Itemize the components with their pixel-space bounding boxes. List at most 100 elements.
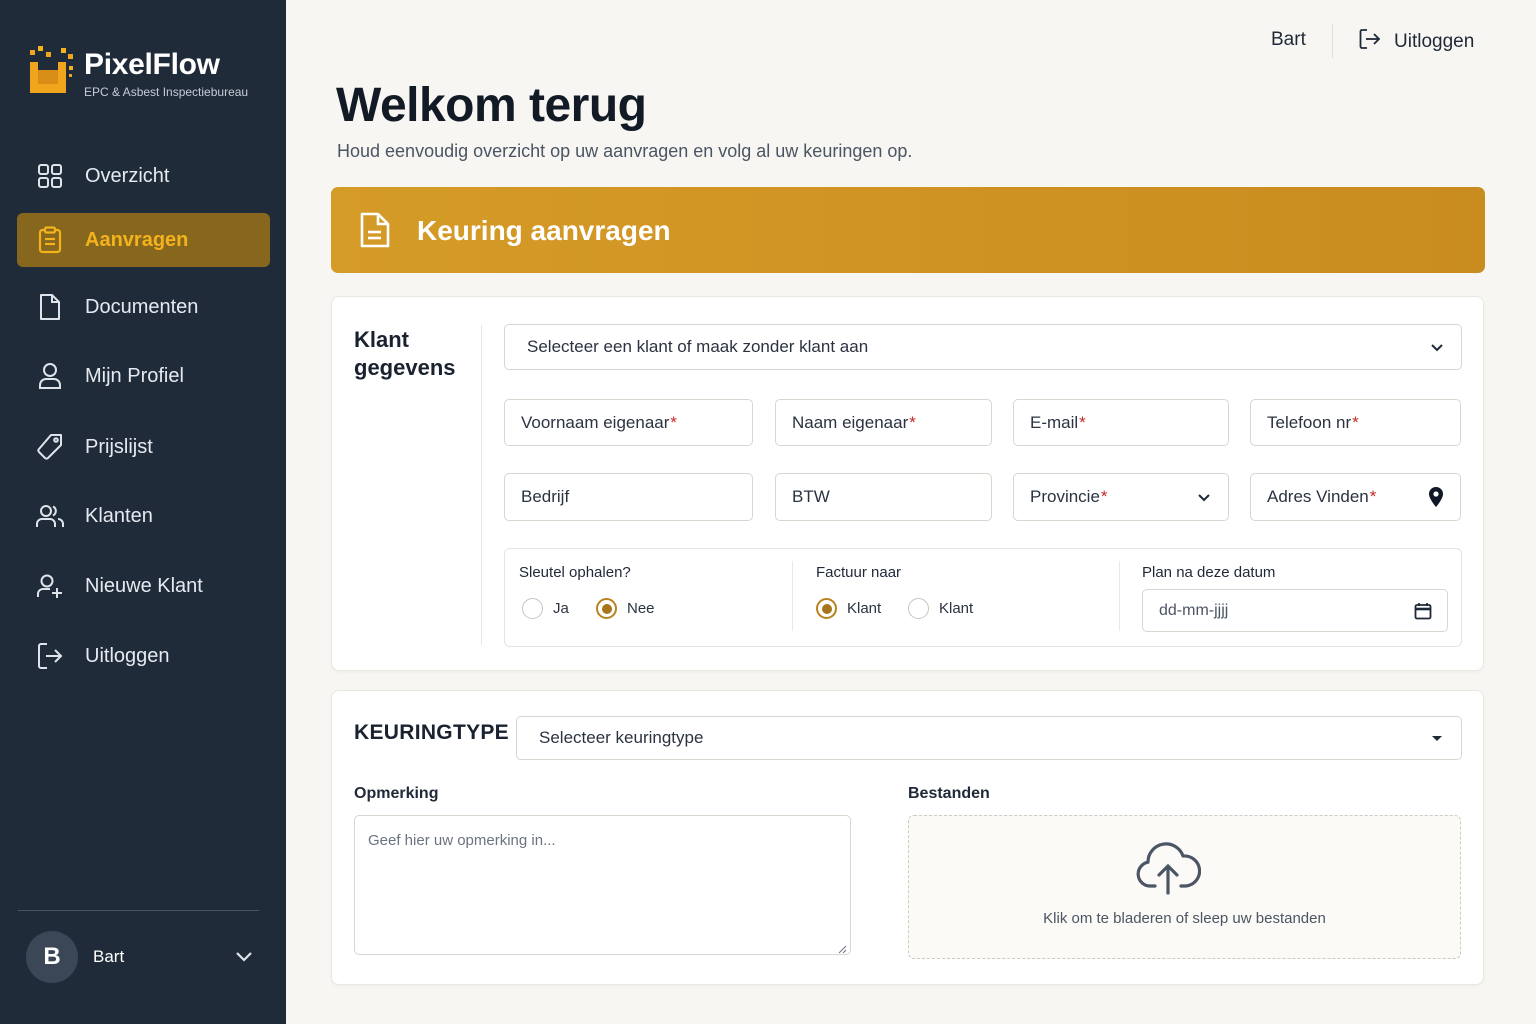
required-mark: * — [1369, 487, 1377, 506]
clipboard-icon — [36, 226, 64, 254]
bedrijf-field[interactable]: Bedrijf — [504, 473, 753, 521]
user-menu[interactable]: B Bart — [26, 930, 256, 984]
resize-handle-icon[interactable] — [837, 941, 847, 954]
plan-datum-input[interactable]: dd-mm-jjjj — [1142, 589, 1448, 632]
sidebar-item-label: Prijslijst — [85, 435, 153, 458]
pixelflow-logo-icon — [28, 46, 76, 96]
topbar-user-name[interactable]: Bart — [1271, 29, 1306, 51]
sidebar-item-prijslijst[interactable]: Prijslijst — [17, 420, 270, 474]
sidebar-item-documenten[interactable]: Documenten — [17, 280, 270, 334]
brand-tagline: EPC & Asbest Inspectiebureau — [84, 85, 249, 99]
naam-field[interactable]: Naam eigenaar * — [775, 399, 992, 446]
adres-placeholder: Adres Vinden — [1267, 487, 1369, 506]
keuringtype-title: KEURINGTYPE — [354, 721, 509, 744]
radio-label: Klant — [847, 600, 882, 617]
naam-placeholder: Naam eigenaar — [792, 412, 909, 432]
user-icon — [36, 362, 64, 390]
brand-name: PixelFlow — [84, 48, 220, 81]
banner-title: Keuring aanvragen — [417, 215, 671, 246]
plan-datum-label: Plan na deze datum — [1142, 564, 1276, 581]
email-placeholder: E-mail — [1030, 412, 1079, 432]
voornaam-placeholder: Voornaam eigenaar — [521, 412, 670, 432]
radio-label: Klant — [939, 600, 974, 617]
sidebar-item-overzicht[interactable]: Overzicht — [17, 149, 270, 203]
factuur-radio-klant-2[interactable]: Klant — [908, 598, 973, 619]
cloud-upload-icon — [1135, 838, 1202, 896]
document-icon — [359, 211, 395, 251]
sleutel-radio-nee[interactable]: Nee — [596, 598, 655, 619]
sidebar: PixelFlow EPC & Asbest Inspectiebureau O… — [0, 0, 286, 1024]
client-select[interactable]: Selecteer een klant of maak zonder klant… — [504, 324, 1462, 370]
sidebar-item-label: Klanten — [85, 504, 153, 527]
logout-icon — [36, 642, 64, 670]
keuringtype-card: KEURINGTYPE Selecteer keuringtype Opmerk… — [331, 690, 1484, 985]
sidebar-item-label: Documenten — [85, 295, 199, 318]
required-mark: * — [1100, 487, 1108, 506]
radio-circle — [816, 598, 837, 619]
klant-section-title: Klant gegevens — [354, 327, 456, 380]
radio-label: Ja — [553, 600, 569, 617]
btw-field[interactable]: BTW — [775, 473, 992, 521]
sidebar-item-label: Uitloggen — [85, 644, 170, 667]
sidebar-item-nieuwe-klant[interactable]: Nieuwe Klant — [17, 559, 270, 613]
voornaam-field[interactable]: Voornaam eigenaar * — [504, 399, 753, 446]
grid-icon — [36, 162, 64, 190]
page-title: Welkom terug — [336, 79, 647, 132]
topbar-logout-label: Uitloggen — [1394, 30, 1475, 52]
chevron-down-icon — [1427, 337, 1447, 357]
topbar-divider — [1332, 24, 1333, 58]
bestanden-label: Bestanden — [908, 785, 990, 802]
user-plus-icon — [36, 572, 64, 600]
sidebar-divider — [18, 910, 259, 911]
provincie-select[interactable]: Provincie * — [1013, 473, 1229, 521]
topbar-logout-button[interactable]: Uitloggen — [1358, 27, 1474, 56]
bedrijf-placeholder: Bedrijf — [521, 487, 570, 506]
sidebar-item-label: Overzicht — [85, 164, 170, 187]
options-box: Sleutel ophalen? Ja Nee Factuur naar Kla… — [504, 548, 1462, 647]
logout-icon — [1358, 27, 1382, 56]
email-field[interactable]: E-mail * — [1013, 399, 1229, 446]
telefoon-placeholder: Telefoon nr — [1267, 412, 1352, 432]
sidebar-item-uitloggen[interactable]: Uitloggen — [17, 629, 270, 683]
opmerking-placeholder: Geef hier uw opmerking in... — [368, 832, 556, 849]
dropzone-text: Klik om te bladeren of sleep uw bestande… — [1043, 910, 1326, 927]
map-pin-icon[interactable] — [1426, 487, 1446, 507]
factuur-radio-klant-1[interactable]: Klant — [816, 598, 881, 619]
provincie-placeholder: Provincie — [1030, 487, 1100, 506]
client-select-value: Selecteer een klant of maak zonder klant… — [527, 337, 869, 356]
sidebar-item-label: Nieuwe Klant — [85, 574, 203, 597]
radio-label: Nee — [627, 600, 655, 617]
tag-icon — [36, 433, 64, 461]
sidebar-item-label: Mijn Profiel — [85, 364, 184, 387]
opmerking-label: Opmerking — [354, 785, 439, 802]
users-icon — [36, 502, 64, 530]
page-subtitle: Houd eenvoudig overzicht op uw aanvragen… — [337, 141, 913, 161]
user-name: Bart — [93, 947, 125, 966]
telefoon-field[interactable]: Telefoon nr * — [1250, 399, 1461, 446]
sidebar-item-mijn-profiel[interactable]: Mijn Profiel — [17, 349, 270, 403]
caret-down-icon — [1427, 728, 1447, 748]
date-placeholder: dd-mm-jjjj — [1159, 601, 1229, 619]
sidebar-item-aanvragen[interactable]: Aanvragen — [17, 213, 270, 267]
factuur-label: Factuur naar — [816, 564, 902, 581]
file-dropzone[interactable]: Klik om te bladeren of sleep uw bestande… — [908, 815, 1461, 959]
keuring-aanvragen-banner: Keuring aanvragen — [331, 187, 1485, 273]
adres-field[interactable]: Adres Vinden * — [1250, 473, 1461, 521]
sleutel-radio-ja[interactable]: Ja — [522, 598, 569, 619]
radio-circle — [908, 598, 929, 619]
sidebar-item-klanten[interactable]: Klanten — [17, 489, 270, 543]
avatar: B — [26, 931, 78, 983]
options-divider — [1119, 561, 1120, 631]
calendar-icon[interactable] — [1413, 601, 1433, 621]
chevron-down-icon — [1194, 487, 1214, 507]
required-mark: * — [670, 412, 678, 432]
section-divider — [481, 325, 482, 645]
chevron-down-icon — [232, 944, 256, 968]
radio-circle — [596, 598, 617, 619]
required-mark: * — [1079, 412, 1086, 432]
required-mark: * — [1352, 412, 1359, 432]
radio-circle — [522, 598, 543, 619]
opmerking-textarea[interactable]: Geef hier uw opmerking in... — [354, 815, 851, 955]
keuringtype-select-value: Selecteer keuringtype — [539, 728, 704, 747]
keuringtype-select[interactable]: Selecteer keuringtype — [516, 716, 1462, 760]
